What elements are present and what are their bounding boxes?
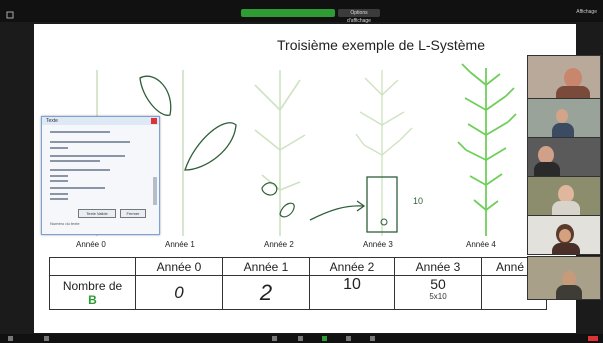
participant-body bbox=[552, 243, 580, 254]
annotation-10: 10 bbox=[413, 196, 424, 206]
row-label: Nombre de bbox=[62, 278, 123, 293]
chat-icon[interactable] bbox=[298, 336, 303, 341]
participant-tile[interactable] bbox=[527, 98, 601, 138]
seed-2 bbox=[279, 202, 295, 218]
share-icon[interactable] bbox=[322, 336, 327, 341]
count-table: Année 0 Année 1 Année 2 Année 3 Anné Nom… bbox=[49, 257, 547, 310]
mic-icon[interactable] bbox=[8, 336, 13, 341]
dialog-field[interactable] bbox=[50, 175, 68, 177]
participant-face bbox=[556, 109, 568, 123]
leaf-outline-1 bbox=[139, 75, 172, 116]
table-corner-cell bbox=[49, 257, 136, 276]
dialog-line bbox=[50, 160, 100, 162]
table-cell: 2 bbox=[222, 275, 310, 310]
meeting-toolbar bbox=[0, 334, 603, 343]
participant-face-inner bbox=[559, 229, 571, 242]
participant-body bbox=[552, 201, 580, 215]
dialog-line bbox=[50, 187, 105, 189]
year-label-2: Année 2 bbox=[264, 240, 294, 249]
table-cell: 10 bbox=[309, 275, 395, 310]
dialog-close-button[interactable]: Fermer bbox=[120, 209, 146, 218]
dialog-scrollbar[interactable] bbox=[153, 177, 157, 205]
participant-tile[interactable] bbox=[527, 137, 601, 177]
year-label-0: Année 0 bbox=[76, 240, 106, 249]
participant-body bbox=[534, 162, 560, 176]
text-dialog[interactable]: Texte Texte Valide Fermer Numéro du text… bbox=[41, 116, 160, 235]
camera-icon[interactable] bbox=[44, 336, 49, 341]
close-icon[interactable] bbox=[151, 118, 157, 124]
participant-tile[interactable] bbox=[527, 256, 601, 300]
dialog-field[interactable] bbox=[50, 180, 68, 182]
participant-tile[interactable] bbox=[527, 176, 601, 216]
dialog-field[interactable] bbox=[50, 147, 68, 149]
dialog-ok-button[interactable]: Texte Valide bbox=[78, 209, 116, 218]
year4-plant bbox=[457, 63, 517, 236]
table-row: Nombre de B 0 2 10 50 5x10 bbox=[49, 275, 547, 310]
table-header: Année 1 bbox=[222, 257, 310, 276]
row-label-cell: Nombre de B bbox=[49, 275, 136, 310]
leave-icon[interactable] bbox=[588, 336, 598, 341]
dialog-line bbox=[50, 131, 110, 133]
participants-icon[interactable] bbox=[272, 336, 277, 341]
participant-tile[interactable] bbox=[527, 55, 601, 99]
dialog-footer: Numéro du texte bbox=[50, 221, 80, 226]
row-label-b: B bbox=[88, 292, 97, 307]
record-icon[interactable] bbox=[346, 336, 351, 341]
dialog-line bbox=[50, 169, 110, 171]
seed-1 bbox=[261, 182, 278, 196]
subnote-5x10: 5x10 bbox=[429, 292, 447, 301]
year-label-4: Année 4 bbox=[466, 240, 496, 249]
dialog-title: Texte bbox=[42, 117, 159, 125]
table-header-row: Année 0 Année 1 Année 2 Année 3 Anné bbox=[49, 257, 547, 276]
table-cell-50: 50 5x10 bbox=[394, 275, 482, 310]
participant-tile[interactable] bbox=[527, 215, 601, 255]
value-50: 50 bbox=[430, 276, 446, 292]
dialog-line bbox=[50, 155, 125, 157]
year3-plant bbox=[355, 70, 413, 236]
participant-body bbox=[552, 123, 574, 137]
reactions-icon[interactable] bbox=[370, 336, 375, 341]
arrow-to-box bbox=[309, 205, 364, 221]
dialog-field[interactable] bbox=[50, 193, 68, 195]
table-cell: 0 bbox=[135, 275, 223, 310]
year-label-1: Année 1 bbox=[165, 240, 195, 249]
table-header: Année 2 bbox=[309, 257, 395, 276]
table-header: Année 3 bbox=[394, 257, 482, 276]
leaf-outline-2 bbox=[184, 122, 237, 171]
table-header: Année 0 bbox=[135, 257, 223, 276]
participant-face bbox=[564, 68, 582, 88]
participant-body bbox=[556, 285, 582, 299]
year-label-3: Année 3 bbox=[363, 240, 393, 249]
dialog-line bbox=[50, 141, 130, 143]
year2-plant bbox=[254, 70, 306, 236]
dialog-field[interactable] bbox=[50, 198, 68, 200]
